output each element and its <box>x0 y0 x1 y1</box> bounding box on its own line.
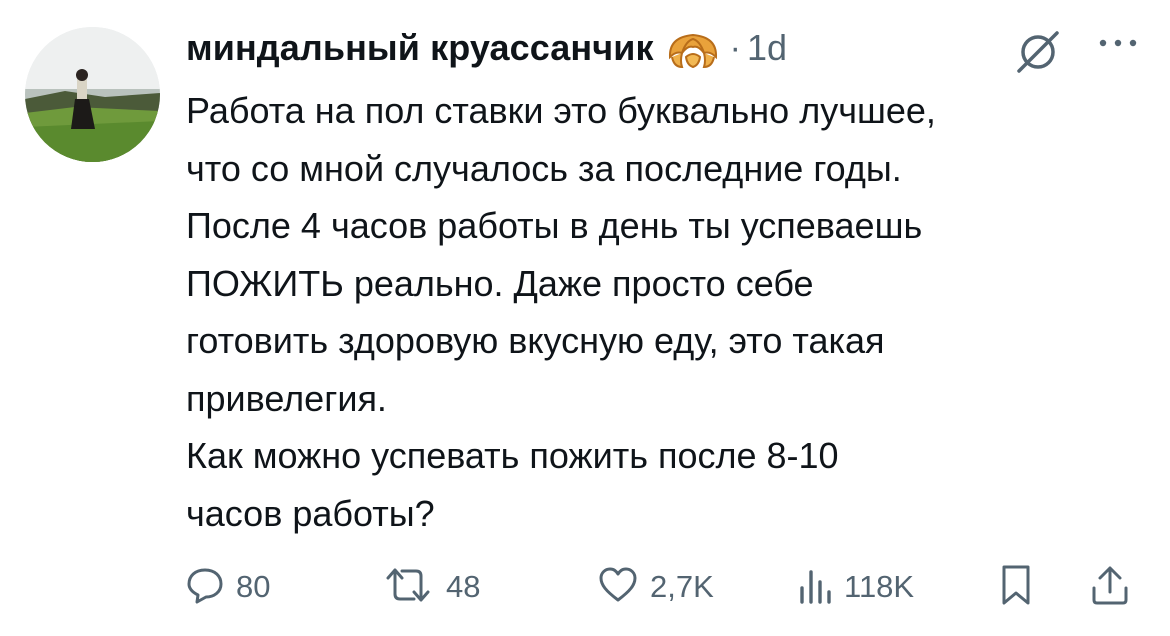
repost-button[interactable]: 48 <box>380 560 480 614</box>
tweet-line: что со мной случалось за последние годы. <box>186 147 902 189</box>
tweet-line: После 4 часов работы в день ты успеваешь <box>186 205 923 246</box>
reply-count: 80 <box>236 569 271 604</box>
bookmark-icon <box>996 562 1036 613</box>
tweet-line: Работа на пол ставки это буквально лучше… <box>186 90 936 131</box>
heart-icon <box>596 564 640 611</box>
like-button[interactable]: 2,7K <box>596 560 714 614</box>
separator-dot: · <box>729 28 741 67</box>
repost-icon <box>380 564 436 611</box>
tweet-line: часов работы? <box>186 492 435 534</box>
grok-icon[interactable] <box>1013 27 1063 82</box>
author-name[interactable]: миндальный круассанчик <box>186 27 654 69</box>
repost-count: 48 <box>446 569 481 604</box>
like-count: 2,7K <box>650 569 714 604</box>
timestamp[interactable]: 1d <box>747 27 787 69</box>
reply-button[interactable]: 80 <box>184 560 270 614</box>
tweet-line: Как можно успевать пожить после 8-10 <box>186 435 839 476</box>
action-bar: 80 48 2,7K 118K <box>184 560 1140 614</box>
tweet-line: готовить здоровую вкусную еду, это такая <box>186 320 885 361</box>
tweet-line: ПОЖИТЬ реально. Даже просто себе <box>186 262 814 304</box>
share-icon <box>1088 562 1132 613</box>
reply-icon <box>184 564 226 611</box>
tweet-header: миндальный круассанчик · 1d <box>186 20 787 76</box>
bookmark-button[interactable] <box>996 560 1036 614</box>
views-button[interactable]: 118K <box>794 560 914 614</box>
analytics-icon <box>794 564 834 611</box>
view-count: 118K <box>844 569 915 604</box>
avatar[interactable] <box>25 27 160 162</box>
more-icon[interactable] <box>1097 36 1139 54</box>
croissant-icon <box>666 27 720 76</box>
share-button[interactable] <box>1088 560 1132 614</box>
tweet-line: привелегия. <box>186 377 387 419</box>
tweet-text: Работа на пол ставки это буквально лучше… <box>186 82 1146 542</box>
avatar-photo <box>25 27 160 162</box>
